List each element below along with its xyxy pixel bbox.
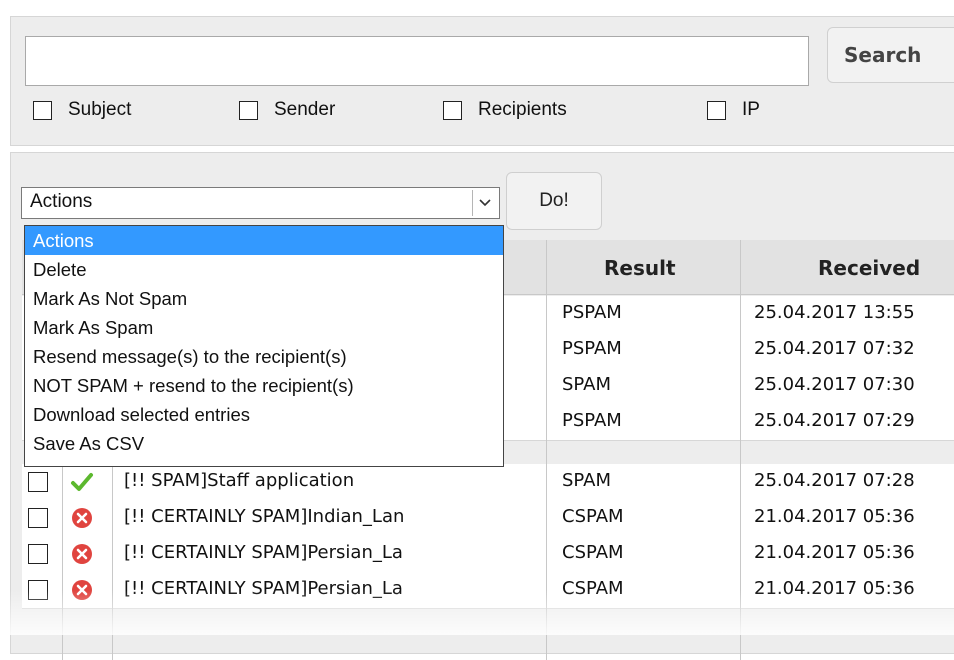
result-cell: CSPAM bbox=[562, 542, 624, 563]
filter-subject[interactable]: Subject bbox=[33, 99, 131, 121]
table-row[interactable]: [!! CERTAINLY SPAM]Persian_La CSPAM 21.0… bbox=[22, 536, 954, 573]
result-cell: CSPAM bbox=[562, 506, 624, 527]
recipients-label: Recipients bbox=[478, 99, 567, 120]
subject-cell: [!! SPAM]Staff application bbox=[124, 470, 355, 491]
search-panel: Search Subject Sender Recipients IP bbox=[10, 16, 954, 146]
header-received[interactable]: Received bbox=[818, 256, 920, 280]
received-cell: 25.04.2017 07:30 bbox=[754, 374, 915, 395]
option-save-csv[interactable]: Save As CSV bbox=[25, 429, 503, 458]
row-checkbox[interactable] bbox=[28, 580, 48, 600]
actions-select[interactable]: Actions bbox=[21, 187, 500, 219]
error-icon bbox=[72, 580, 92, 600]
row-checkbox[interactable] bbox=[28, 508, 48, 528]
result-cell: SPAM bbox=[562, 374, 611, 395]
subject-cell: [!! CERTAINLY SPAM]Persian_La bbox=[124, 542, 403, 563]
sender-label: Sender bbox=[274, 99, 336, 120]
do-button[interactable]: Do! bbox=[506, 172, 602, 230]
sender-checkbox[interactable] bbox=[239, 100, 258, 120]
subject-cell: [!! CERTAINLY SPAM]Persian_La bbox=[124, 578, 403, 599]
ip-checkbox[interactable] bbox=[707, 100, 726, 120]
row-checkbox[interactable] bbox=[28, 472, 48, 492]
row-checkbox[interactable] bbox=[28, 544, 48, 564]
received-cell: 25.04.2017 07:32 bbox=[754, 338, 915, 359]
result-cell: PSPAM bbox=[562, 302, 622, 323]
option-actions[interactable]: Actions bbox=[25, 226, 503, 255]
error-icon bbox=[72, 544, 92, 564]
option-delete[interactable]: Delete bbox=[25, 255, 503, 284]
received-cell: 21.04.2017 05:36 bbox=[754, 542, 915, 563]
option-resend[interactable]: Resend message(s) to the recipient(s) bbox=[25, 342, 503, 371]
filter-ip[interactable]: IP bbox=[707, 99, 760, 121]
result-cell: SPAM bbox=[562, 470, 611, 491]
chevron-down-icon[interactable] bbox=[472, 190, 497, 216]
table-row[interactable]: [!! SPAM]Staff application SPAM 25.04.20… bbox=[22, 464, 954, 501]
subject-cell: [!! CERTAINLY SPAM]Indian_Lan bbox=[124, 506, 405, 527]
actions-dropdown-list[interactable]: Actions Delete Mark As Not Spam Mark As … bbox=[24, 225, 504, 467]
result-cell: CSPAM bbox=[562, 578, 624, 599]
result-cell: PSPAM bbox=[562, 338, 622, 359]
result-cell: PSPAM bbox=[562, 410, 622, 431]
table-row[interactable]: [!! CERTAINLY SPAM]Persian_La CSPAM 21.0… bbox=[22, 572, 954, 609]
column-divider bbox=[740, 240, 741, 660]
option-mark-spam[interactable]: Mark As Spam bbox=[25, 313, 503, 342]
search-input[interactable] bbox=[25, 36, 809, 86]
subject-checkbox[interactable] bbox=[33, 100, 52, 120]
received-cell: 25.04.2017 07:29 bbox=[754, 410, 915, 431]
recipients-checkbox[interactable] bbox=[443, 100, 462, 120]
actions-select-value: Actions bbox=[30, 191, 93, 212]
error-icon bbox=[72, 508, 92, 528]
received-cell: 21.04.2017 05:36 bbox=[754, 506, 915, 527]
header-result[interactable]: Result bbox=[604, 256, 676, 280]
filter-sender[interactable]: Sender bbox=[239, 99, 335, 121]
subject-label: Subject bbox=[68, 99, 132, 120]
option-mark-not-spam[interactable]: Mark As Not Spam bbox=[25, 284, 503, 313]
received-cell: 25.04.2017 07:28 bbox=[754, 470, 915, 491]
filter-recipients[interactable]: Recipients bbox=[443, 99, 567, 121]
search-button[interactable]: Search bbox=[827, 27, 954, 83]
received-cell: 25.04.2017 13:55 bbox=[754, 302, 915, 323]
received-cell: 21.04.2017 05:36 bbox=[754, 578, 915, 599]
table-row[interactable]: [!! CERTAINLY SPAM]Indian_Lan CSPAM 21.0… bbox=[22, 500, 954, 537]
option-not-spam-resend[interactable]: NOT SPAM + resend to the recipient(s) bbox=[25, 371, 503, 400]
column-divider bbox=[546, 240, 547, 660]
option-download[interactable]: Download selected entries bbox=[25, 400, 503, 429]
check-icon bbox=[71, 473, 93, 491]
ip-label: IP bbox=[742, 99, 760, 120]
